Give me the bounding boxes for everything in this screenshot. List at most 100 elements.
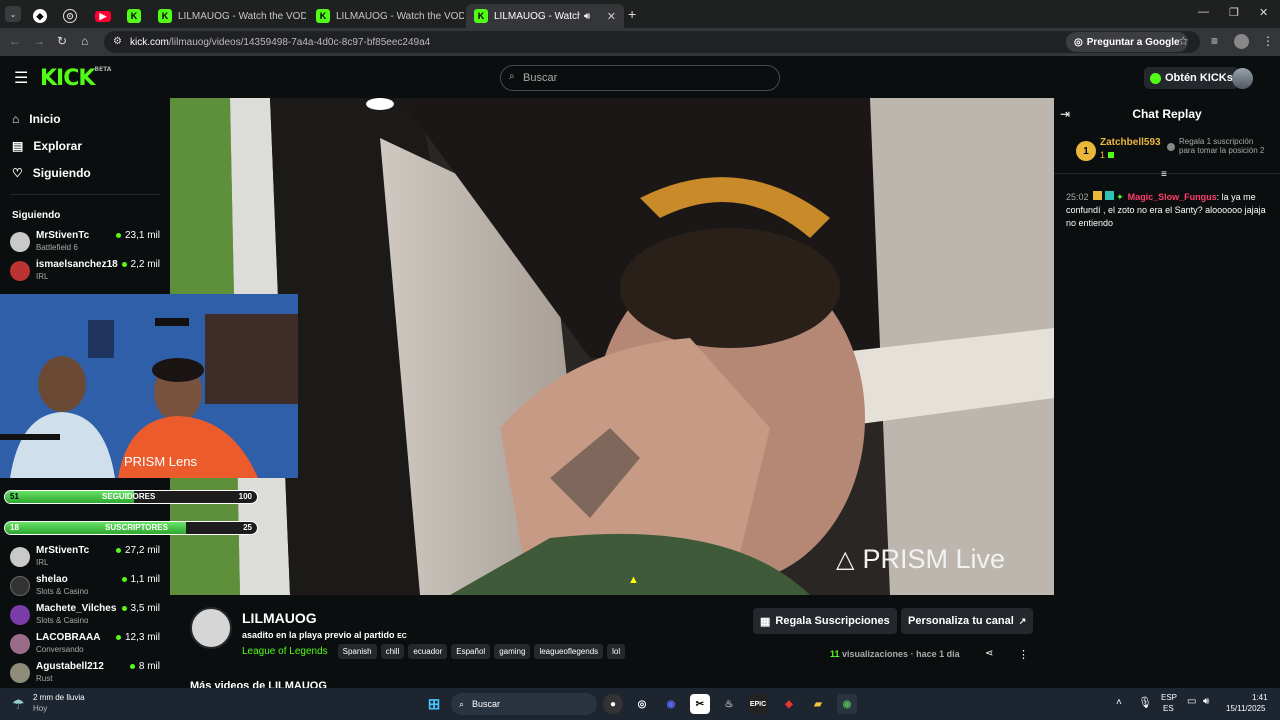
share-icon[interactable]: ⋖ [985,648,993,659]
language-top[interactable]: ESP [1161,693,1177,702]
app-icon[interactable]: ◎ [632,694,652,714]
epic-games-icon[interactable]: EPIC [748,694,768,714]
youtube-icon: ▶ [95,10,111,22]
tag[interactable]: Español [451,644,491,659]
rank-badge: 1 [1076,141,1096,161]
steam-icon[interactable]: ♨ [719,694,739,714]
followers-goal-bar: 51 SEGUIDORES 100 [4,490,258,504]
gift-subs-button[interactable]: ▦ Regala Suscripciones [753,608,897,634]
user-avatar[interactable] [1232,68,1253,89]
channel-row[interactable]: MrStivenTc Battlefield 6 23,1 mil [10,228,160,256]
channel-row[interactable]: MrStivenTc IRL 27,2 mil [10,543,160,571]
viewer-count: 8 mil [129,661,160,672]
hamburger-menu-icon[interactable]: ☰ [14,68,28,88]
close-icon[interactable]: ✕ [599,10,616,23]
tab-pinned-kick[interactable]: K [122,4,146,28]
followers-label: SEGUIDORES [102,492,156,501]
tag[interactable]: Spanish [337,644,377,659]
speaker-icon[interactable]: 🔊︎ [584,11,590,22]
tag[interactable]: leagueoflegends [534,644,604,659]
app-red-icon[interactable]: ◆ [779,694,799,714]
channel-category: IRL [36,272,49,281]
gift-leaderboard: 1 Zatchbell593 1 Regala 1 suscripción pa… [1054,128,1280,174]
network-icon[interactable]: ▭ [1187,696,1196,707]
channel-row[interactable]: ismaelsanchez18 IRL 2,2 mil [10,257,160,285]
channel-name[interactable]: LILMAUOG [242,610,317,626]
leader-name[interactable]: Zatchbell593 [1100,137,1161,148]
back-icon[interactable]: ← [9,34,21,48]
time-ago: hace 1 día [916,649,960,659]
reload-icon[interactable]: ↻ [57,34,67,48]
tab-pinned-2[interactable]: ⊙ [58,4,82,28]
category-link[interactable]: League of Legends [242,646,328,657]
taskbar-search[interactable]: ⌕ Buscar [451,693,597,715]
channel-row[interactable]: shelao Slots & Casino 1,1 mil [10,572,160,600]
search-input[interactable]: ⌕ Buscar [500,65,780,91]
close-window-button[interactable]: ✕ [1259,6,1268,19]
chrome-icon[interactable]: ◉ [837,694,857,714]
pinned-expand-icon[interactable]: ≡ [1161,169,1167,180]
volume-icon[interactable]: 🔊︎ [1203,696,1209,707]
weather-temp[interactable]: 2 mm de lluvia [33,693,85,702]
start-button[interactable]: ⊞ [424,694,444,714]
leader-count: 1 [1100,150,1115,160]
bookmark-star-icon[interactable]: ☆ [1178,34,1189,48]
message-username[interactable]: Magic_Slow_Fungus [1128,192,1217,202]
avatar [10,232,30,252]
sidebar-item-explorar[interactable]: ▤ Explorar [12,139,82,153]
channel-row[interactable]: LACOBRAAA Conversando 12,3 mil [10,630,160,658]
sidebar-item-label: Explorar [33,139,83,153]
file-explorer-icon[interactable]: ▰ [808,694,828,714]
tab-kick-vod-1[interactable]: KLILMAUOG - Watch the VOD o✕ [150,4,306,28]
address-bar[interactable]: ⚙ kick.com/lilmauog/videos/14359498-7a4a… [104,31,1200,53]
channel-avatar[interactable] [190,607,232,649]
tab-pinned-youtube[interactable]: ▶ [90,4,114,28]
tag[interactable]: gaming [494,644,531,659]
stream-info: LILMAUOG asadito en la playa previo al p… [170,595,1054,688]
tab-kick-vod-active[interactable]: K LILMAUOG - Watch the VOD 🔊︎ ✕ [466,4,624,28]
tab-pinned-1[interactable]: ◆ [28,4,52,28]
kick-logo[interactable]: KICKBETA [40,66,111,91]
site-info-icon[interactable]: ⚙ [113,36,122,47]
media-controls-icon[interactable]: ≡ [1211,34,1218,48]
sidebar-item-label: Inicio [29,112,61,126]
minimize-button[interactable]: — [1198,6,1209,18]
more-options-icon[interactable]: ⋮ [1018,648,1029,661]
ask-google-button[interactable]: ◎ Preguntar a Google [1066,32,1188,52]
customize-channel-button[interactable]: Personaliza tu canal ↗ [901,608,1034,634]
tab-kick-vod-2[interactable]: KLILMAUOG - Watch the VOD o✕ [308,4,464,28]
views-label: visualizaciones [842,649,909,659]
capcut-icon[interactable]: ✂ [690,694,710,714]
logo-text: KICK [40,66,95,91]
sidebar-item-inicio[interactable]: ⌂ Inicio [12,112,61,126]
microphone-icon[interactable]: 🎙︎ [1138,696,1152,709]
tray-overflow-icon[interactable]: ˄ [1116,697,1122,708]
taskbar-search-label: Buscar [472,699,501,709]
tag[interactable]: lol [607,644,626,659]
sidebar-item-siguiendo[interactable]: ♡ Siguiendo [12,166,91,180]
tag[interactable]: chill [380,644,405,659]
tab-search-button[interactable]: ⌄ [5,6,21,22]
gift-prompt[interactable]: Regala 1 suscripción para tomar la posic… [1179,137,1269,155]
video-player[interactable]: △ PRISM Live ▲ [170,98,1054,595]
channel-row[interactable]: Agustabell212 Rust 8 mil [10,659,160,687]
channel-row[interactable]: Machete_Vilches Slots & Casino 3,5 mil [10,601,160,629]
tag[interactable]: ecuador [408,644,448,659]
separator-dot: · [910,649,914,659]
profile-avatar[interactable] [1234,34,1249,49]
weather-icon[interactable]: ☂ [12,696,25,713]
clock-time[interactable]: 1:41 [1252,693,1268,702]
get-kicks-button[interactable]: Obtén KICKs [1144,67,1239,89]
kick-favicon-icon: K [474,9,488,23]
menu-dots-icon[interactable]: ⋮ [1262,34,1274,48]
forward-icon[interactable]: → [33,34,45,48]
restore-button[interactable]: ❐ [1229,6,1239,19]
discord-icon[interactable]: ◉ [661,694,681,714]
viewer-count: 27,2 mil [115,545,160,556]
live-dot-icon [121,577,127,582]
new-tab-button[interactable]: + [628,6,636,22]
obs-icon[interactable]: ● [603,694,623,714]
channel-name: MrStivenTc [36,545,90,556]
home-icon[interactable]: ⌂ [81,34,88,48]
avatar [10,605,30,625]
